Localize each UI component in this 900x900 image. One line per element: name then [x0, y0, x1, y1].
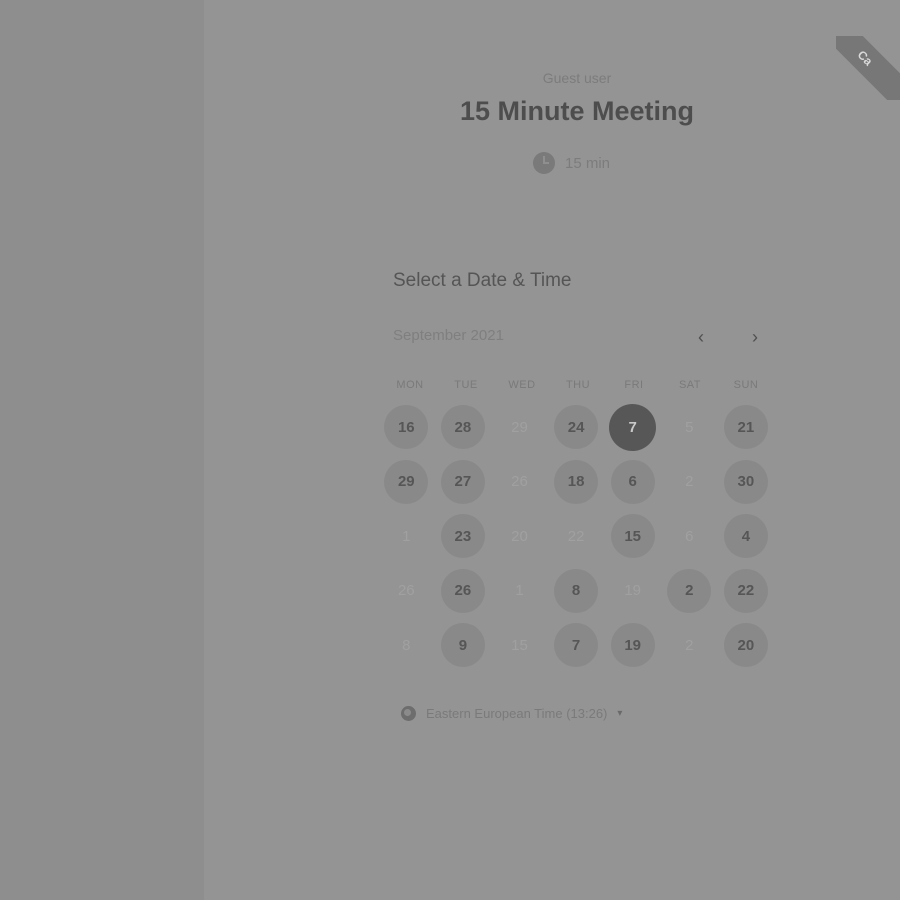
date-button: 8: [402, 636, 411, 654]
month-navigation: September 2021 ‹ ›: [393, 327, 773, 347]
date-button[interactable]: 19: [610, 623, 655, 668]
calendar-cell: 24: [548, 400, 605, 455]
calendar-cell: 30: [718, 455, 775, 510]
event-title: 15 Minute Meeting: [459, 96, 695, 126]
calendar-cell: 28: [435, 400, 492, 455]
date-button: 1: [402, 527, 411, 545]
date-button[interactable]: 28: [440, 405, 485, 450]
calendar-cell: 23: [435, 509, 492, 564]
date-button[interactable]: 29: [384, 459, 429, 504]
booking-page: Ca Guest user 15 Minute Meeting 15 min S…: [0, 0, 900, 900]
weekday-header: MON TUE WED THU FRI SAT SUN: [382, 379, 774, 391]
calendar-cell: 27: [435, 455, 492, 510]
date-button[interactable]: 30: [723, 459, 768, 504]
calendar-cell: 8: [378, 618, 435, 673]
section-title: Select a Date & Time: [393, 270, 572, 291]
calendar-cell: 2: [661, 564, 718, 619]
chevron-down-icon[interactable]: ▾: [617, 708, 622, 719]
calendar-cell: 7: [548, 618, 605, 673]
calendar-cell: 22: [548, 509, 605, 564]
date-button[interactable]: 22: [723, 568, 768, 613]
date-button: 15: [511, 636, 528, 654]
calendar-cell: 1: [378, 509, 435, 564]
weekday-sun: SUN: [733, 379, 759, 391]
date-button[interactable]: 4: [723, 514, 768, 559]
date-button[interactable]: 18: [554, 459, 599, 504]
weekday-fri: FRI: [624, 379, 644, 391]
calendar-cell: 21: [718, 400, 775, 455]
date-button: 19: [624, 582, 642, 600]
host-name: Guest user: [542, 70, 612, 86]
date-button[interactable]: 24: [554, 405, 599, 450]
date-button[interactable]: 9: [440, 623, 485, 668]
weekday-tue: TUE: [454, 379, 478, 391]
previous-month-button[interactable]: ‹: [689, 325, 713, 349]
date-button: 20: [511, 527, 528, 545]
calendar-cell: 16: [378, 400, 435, 455]
timezone-label[interactable]: Eastern European Time (13:26): [426, 706, 607, 721]
weekday-mon: MON: [396, 379, 424, 391]
date-button: 26: [397, 582, 415, 600]
date-button[interactable]: 26: [440, 568, 485, 613]
timezone-selector[interactable]: Eastern European Time (13:26) ▾: [401, 706, 622, 721]
calendar-cell: 20: [491, 509, 548, 564]
calendar-cell: 2: [661, 618, 718, 673]
date-button: 22: [567, 527, 585, 545]
calendar-cell: 15: [604, 509, 661, 564]
calendar-cell: 29: [491, 400, 548, 455]
calendar-cell: 6: [661, 509, 718, 564]
date-button: 6: [685, 527, 694, 545]
date-button: 5: [685, 418, 694, 436]
calendar-cell: 19: [604, 564, 661, 619]
calendar-grid: 16 28 29 24 7 5 21 29 27 26 18 6 2 30 1 23 20 22 15 6 4 26 26 1…: [378, 400, 778, 670]
calendar-cell: 26: [378, 564, 435, 619]
calendar-cell: 9: [435, 618, 492, 673]
calendar-cell: 6: [604, 455, 661, 510]
duration-label: 15 min: [565, 154, 611, 172]
weekday-wed: WED: [508, 379, 536, 391]
calendar-cell: 15: [491, 618, 548, 673]
ribbon-label[interactable]: Ca: [836, 36, 900, 100]
calendar-cell: 1: [491, 564, 548, 619]
date-button[interactable]: 16: [384, 405, 429, 450]
calendar-cell: 5: [661, 400, 718, 455]
date-button: 2: [685, 636, 694, 654]
selected-date-button[interactable]: 7: [609, 403, 657, 451]
calendar-cell: 4: [718, 509, 775, 564]
date-button[interactable]: 8: [554, 568, 599, 613]
date-button: 29: [511, 418, 528, 436]
date-button[interactable]: 20: [723, 623, 768, 668]
date-button[interactable]: 2: [667, 568, 712, 613]
corner-ribbon[interactable]: Ca: [836, 36, 900, 100]
date-button[interactable]: 6: [610, 459, 655, 504]
calendar-cell: 7: [604, 400, 661, 455]
calendar-cell: 26: [491, 455, 548, 510]
clock-icon: [533, 152, 555, 174]
duration-row: 15 min: [533, 152, 610, 174]
calendar-cell: 20: [718, 618, 775, 673]
date-button[interactable]: 21: [723, 405, 768, 450]
weekday-sat: SAT: [678, 379, 702, 391]
date-button: 2: [685, 473, 694, 491]
date-button[interactable]: 23: [440, 514, 485, 559]
calendar-cell: 8: [548, 564, 605, 619]
globe-icon: [401, 706, 416, 721]
date-button[interactable]: 7: [554, 623, 599, 668]
calendar-cell: 22: [718, 564, 775, 619]
calendar-cell: 18: [548, 455, 605, 510]
date-button: 26: [511, 473, 528, 491]
month-label: September 2021: [393, 327, 504, 344]
date-button[interactable]: 27: [440, 459, 485, 504]
weekday-thu: THU: [565, 379, 591, 391]
date-button: 1: [515, 582, 524, 600]
calendar-cell: 19: [604, 618, 661, 673]
next-month-button[interactable]: ›: [743, 325, 767, 349]
date-button[interactable]: 15: [610, 514, 655, 559]
calendar-cell: 26: [435, 564, 492, 619]
calendar-cell: 29: [378, 455, 435, 510]
calendar-cell: 2: [661, 455, 718, 510]
